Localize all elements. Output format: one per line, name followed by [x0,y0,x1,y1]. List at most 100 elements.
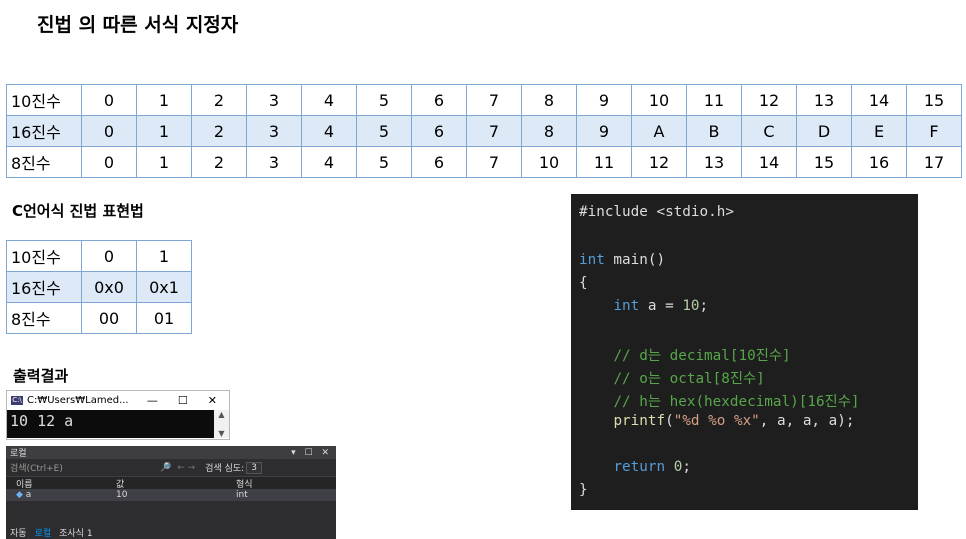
table-cell: 0x0 [81,271,137,303]
code-line-comment-1: // d는 decimal[10진수] [613,348,791,364]
close-button[interactable]: ✕ [208,394,217,407]
table-cell: 01 [136,302,192,334]
column-value[interactable]: 값 [116,477,236,490]
locals-search-input[interactable]: 검색(Ctrl+E) [10,461,160,474]
code-line-comment-2: // o는 octal[8진수] [613,371,765,387]
table-cell: 00 [81,302,137,334]
table-cell: 7 [466,146,522,178]
code-editor: #include <stdio.h> int main() { int a = … [571,194,918,510]
table-row: 10진수 0 1 [6,240,192,272]
column-name[interactable]: 이름 [12,477,116,490]
row-label: 10진수 [6,84,82,116]
table-row[interactable]: ◆ a 10 int [6,489,336,501]
table-cell: 8 [521,115,577,147]
table-cell: 10 [631,84,687,116]
code-line-open-brace: { [579,275,588,291]
code-line-close-brace: } [579,482,588,498]
code-line-main: int main() [579,252,666,268]
base-conversion-table: 10진수 0 1 2 3 4 5 6 7 8 9 10 11 12 13 14 15 16진수 0 1 2 3 4 5 6 7 8 9… [6,84,962,178]
table-cell: 13 [796,84,852,116]
row-label: 10진수 [6,240,82,272]
console-titlebar: C:\ C:₩Users₩Lamed... — ☐ ✕ [7,391,229,409]
table-cell: 3 [246,115,302,147]
table-cell: 1 [136,84,192,116]
table-cell: 9 [576,84,632,116]
table-cell: 0 [81,84,137,116]
table-cell: 2 [191,146,247,178]
table-cell: 3 [246,84,302,116]
table-cell: 6 [411,84,467,116]
locals-search-bar: 검색(Ctrl+E) 🔎 ← → 검색 심도: 3 [6,459,336,477]
code-line-comment-3: // h는 hex(hexdecimal)[16진수] [613,394,860,410]
locals-window-controls[interactable]: ▾ ☐ ✕ [291,448,336,458]
table-cell: 2 [191,84,247,116]
table-cell: 12 [631,146,687,178]
table-cell: B [686,115,742,147]
table-cell: 11 [576,146,632,178]
locals-panel: 로컬 ▾ ☐ ✕ 검색(Ctrl+E) 🔎 ← → 검색 심도: 3 이름 값 … [6,446,336,539]
locals-header: 로컬 ▾ ☐ ✕ [6,446,336,459]
table-cell: 14 [741,146,797,178]
tab-locals[interactable]: 로컬 [35,526,52,539]
table-cell: 11 [686,84,742,116]
table-cell: 6 [411,146,467,178]
scroll-down-icon[interactable]: ▼ [218,429,224,438]
table-cell: 15 [906,84,962,116]
minimize-button[interactable]: — [147,394,158,407]
page-title: 진법 의 따른 서식 지정자 [37,14,239,36]
table-cell: 17 [906,146,962,178]
row-label: 8진수 [6,146,82,178]
table-cell: 5 [356,115,412,147]
scroll-up-icon[interactable]: ▲ [218,410,224,419]
table-cell: 1 [136,146,192,178]
variable-value[interactable]: 10 [116,490,236,500]
table-cell: A [631,115,687,147]
table-cell: 13 [686,146,742,178]
table-cell: 0 [81,146,137,178]
search-depth-select[interactable]: 3 [246,461,262,474]
tab-watch-1[interactable]: 조사식 1 [59,526,92,539]
locals-column-headers: 이름 값 형식 [6,477,336,490]
table-cell: 16 [851,146,907,178]
table-row: 8진수 00 01 [6,302,192,334]
table-cell: 3 [246,146,302,178]
variable-type: int [236,490,248,500]
table-cell: 0x1 [136,271,192,303]
table-cell: C [741,115,797,147]
table-cell: 8 [521,84,577,116]
table-cell: 15 [796,146,852,178]
table-cell: 4 [301,84,357,116]
column-type[interactable]: 형식 [236,477,326,490]
table-cell: 2 [191,115,247,147]
console-window: C:\ C:₩Users₩Lamed... — ☐ ✕ 10 12 a ▲ ▼ [6,390,230,440]
table-cell: 5 [356,146,412,178]
console-output: 10 12 a [7,410,215,438]
code-line-printf: printf("%d %o %x", a, a, a); [613,413,855,429]
output-title: 출력결과 [13,367,69,385]
row-label: 8진수 [6,302,82,334]
code-line-decl: int a = 10; [613,298,709,314]
locals-tabs: 자동 로컬 조사식 1 [6,525,336,539]
nav-arrows-icon[interactable]: ← → [177,463,195,473]
variable-name: a [25,490,32,500]
table-row: 16진수 0 1 2 3 4 5 6 7 8 9 A B C D E F [6,115,962,147]
c-notation-title: C언어식 진법 표현법 [12,202,144,220]
table-cell: 0 [81,115,137,147]
table-cell: D [796,115,852,147]
code-line-include: #include <stdio.h> [579,204,734,220]
table-cell: 1 [136,115,192,147]
console-scrollbar[interactable]: ▲ ▼ [214,410,229,438]
table-cell: 4 [301,115,357,147]
tab-auto[interactable]: 자동 [10,526,27,539]
table-cell: F [906,115,962,147]
code-line-return: return 0; [613,459,691,475]
table-cell: 1 [136,240,192,272]
row-label: 16진수 [6,271,82,303]
table-cell: 7 [466,84,522,116]
search-icon[interactable]: 🔎 [160,463,171,473]
table-cell: 5 [356,84,412,116]
maximize-button[interactable]: ☐ [178,394,188,407]
table-cell: 10 [521,146,577,178]
console-title: C:₩Users₩Lamed... [27,394,129,406]
locals-title: 로컬 [10,449,27,459]
